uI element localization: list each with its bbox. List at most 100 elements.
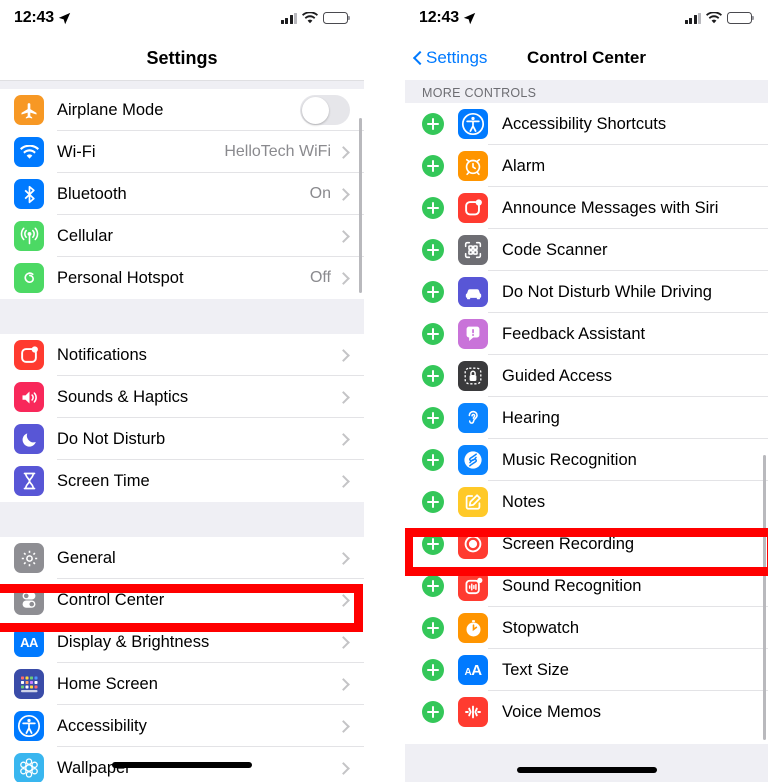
control-center-icon — [14, 585, 44, 615]
settings-row-display-brightness[interactable]: AA Display & Brightness — [0, 621, 364, 663]
messages-icon — [458, 193, 488, 223]
add-control-button[interactable] — [422, 239, 444, 261]
settings-row-label: Notifications — [57, 345, 147, 364]
settings-row-screen-time[interactable]: Screen Time — [0, 460, 364, 502]
add-control-button[interactable] — [422, 365, 444, 387]
settings-row-notifications[interactable]: Notifications — [0, 334, 364, 376]
accessibility-icon — [14, 711, 44, 741]
ear-icon — [458, 403, 488, 433]
bottom-safe-area-right — [405, 744, 768, 782]
left-phone-screen: 12:43 Settings Airplane Mode Wi-Fi Hello… — [0, 0, 364, 782]
add-control-button[interactable] — [422, 155, 444, 177]
status-indicators-left — [280, 12, 351, 24]
wifi-icon — [14, 137, 44, 167]
home-screen-icon — [14, 669, 44, 699]
settings-row-accessibility[interactable]: Accessibility — [0, 705, 364, 747]
toggle-knob — [301, 96, 329, 124]
add-control-button[interactable] — [422, 407, 444, 429]
settings-row-personal-hotspot[interactable]: Personal Hotspot Off — [0, 257, 364, 299]
settings-row-label: Display & Brightness — [57, 632, 210, 651]
control-row-sound-recognition[interactable]: Sound Recognition — [405, 565, 768, 607]
add-control-button[interactable] — [422, 323, 444, 345]
notes-icon — [458, 487, 488, 517]
control-row-voice-memos[interactable]: Voice Memos — [405, 691, 768, 733]
battery-icon — [323, 12, 351, 24]
control-row-stopwatch[interactable]: Stopwatch — [405, 607, 768, 649]
add-control-button[interactable] — [422, 575, 444, 597]
settings-row-label: Home Screen — [57, 674, 158, 693]
alarm-clock-icon — [458, 151, 488, 181]
status-bar-right: 12:43 — [405, 0, 768, 36]
control-row-do-not-disturb-while-driving[interactable]: Do Not Disturb While Driving — [405, 271, 768, 313]
top-gap-left — [0, 81, 364, 89]
feedback-assistant-icon — [458, 319, 488, 349]
settings-group-connectivity: Airplane Mode Wi-Fi HelloTech WiFi Bluet… — [0, 89, 364, 299]
settings-row-general[interactable]: General — [0, 537, 364, 579]
back-button-settings[interactable]: Settings — [413, 48, 487, 68]
control-row-hearing[interactable]: Hearing — [405, 397, 768, 439]
add-control-button[interactable] — [422, 701, 444, 723]
control-row-label: Voice Memos — [502, 702, 602, 721]
settings-row-airplane-mode[interactable]: Airplane Mode — [0, 89, 364, 131]
control-row-code-scanner[interactable]: Code Scanner — [405, 229, 768, 271]
section-header-more-controls: MORE CONTROLS — [405, 80, 768, 103]
chevron-right-icon — [337, 229, 350, 243]
settings-group-system: General Control Center AA Display & Brig… — [0, 537, 364, 782]
settings-row-home-screen[interactable]: Home Screen — [0, 663, 364, 705]
airplane-mode-toggle[interactable] — [300, 95, 350, 125]
control-row-label: Do Not Disturb While Driving — [502, 282, 712, 301]
add-control-button[interactable] — [422, 491, 444, 513]
scrollbar-left[interactable] — [359, 118, 362, 293]
add-control-button[interactable] — [422, 281, 444, 303]
stopwatch-icon — [458, 613, 488, 643]
qr-code-scanner-icon — [458, 235, 488, 265]
control-row-label: Guided Access — [502, 366, 613, 385]
control-row-text-size[interactable]: AA Text Size — [405, 649, 768, 691]
settings-row-sounds-haptics[interactable]: Sounds & Haptics — [0, 376, 364, 418]
shazam-icon — [458, 445, 488, 475]
gear-icon — [14, 543, 44, 573]
settings-row-do-not-disturb[interactable]: Do Not Disturb — [0, 418, 364, 460]
control-row-screen-recording[interactable]: Screen Recording — [405, 523, 768, 565]
settings-row-value: Off — [309, 269, 331, 286]
control-row-notes[interactable]: Notes — [405, 481, 768, 523]
scrollbar-right[interactable] — [763, 455, 766, 740]
settings-group-notifications: Notifications Sounds & Haptics Do Not Di… — [0, 334, 364, 502]
moon-icon — [14, 424, 44, 454]
add-control-button[interactable] — [422, 449, 444, 471]
control-row-label: Announce Messages with Siri — [502, 198, 719, 217]
add-control-button[interactable] — [422, 659, 444, 681]
airplane-icon — [14, 95, 44, 125]
control-row-announce-messages-with-siri[interactable]: Announce Messages with Siri — [405, 187, 768, 229]
add-control-button[interactable] — [422, 617, 444, 639]
chevron-right-icon — [337, 551, 350, 565]
chevron-right-icon — [337, 474, 350, 488]
home-indicator-left — [112, 762, 252, 768]
notifications-icon — [14, 340, 44, 370]
chevron-right-icon — [337, 432, 350, 446]
control-row-feedback-assistant[interactable]: Feedback Assistant — [405, 313, 768, 355]
add-control-button[interactable] — [422, 533, 444, 555]
control-row-accessibility-shortcuts[interactable]: Accessibility Shortcuts — [405, 103, 768, 145]
control-row-music-recognition[interactable]: Music Recognition — [405, 439, 768, 481]
sound-recognition-icon — [458, 571, 488, 601]
settings-row-control-center[interactable]: Control Center — [0, 579, 364, 621]
settings-row-label: General — [57, 548, 116, 567]
status-time-text: 12:43 — [14, 9, 54, 26]
location-arrow-icon — [463, 12, 476, 25]
chevron-right-icon — [337, 271, 350, 285]
control-row-label: Alarm — [502, 156, 546, 175]
settings-row-bluetooth[interactable]: Bluetooth On — [0, 173, 364, 215]
settings-row-wifi[interactable]: Wi-Fi HelloTech WiFi — [0, 131, 364, 173]
settings-row-label: Control Center — [57, 590, 165, 609]
status-time-left: 12:43 — [14, 9, 71, 27]
add-control-button[interactable] — [422, 197, 444, 219]
screen-recording-icon — [458, 529, 488, 559]
control-row-label: Feedback Assistant — [502, 324, 646, 343]
control-row-alarm[interactable]: Alarm — [405, 145, 768, 187]
wallpaper-icon — [14, 753, 44, 782]
settings-row-cellular[interactable]: Cellular — [0, 215, 364, 257]
add-control-button[interactable] — [422, 113, 444, 135]
control-row-guided-access[interactable]: Guided Access — [405, 355, 768, 397]
personal-hotspot-icon — [14, 263, 44, 293]
